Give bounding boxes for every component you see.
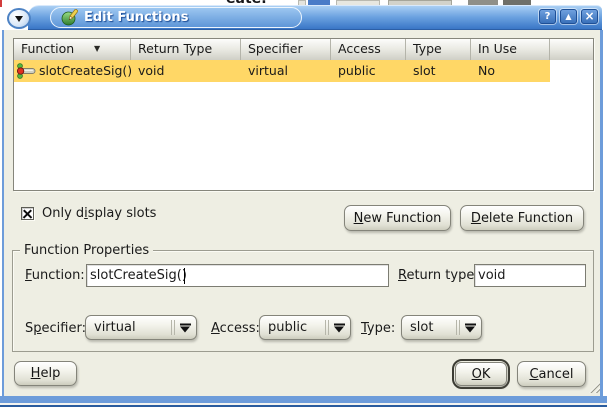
titlebar-capsule: Edit Functions (50, 7, 302, 28)
new-function-button[interactable]: New Function (344, 205, 451, 231)
edit-functions-icon (61, 9, 78, 26)
column-header-empty (550, 39, 593, 60)
window-border-bottom (0, 396, 607, 403)
cell-return-type: void (131, 60, 241, 82)
background-fragment (0, 0, 2, 7)
only-display-slots-label: Only display slots (42, 206, 156, 222)
table-header: Function ▼ Return Type Specifier Access … (14, 39, 593, 60)
only-display-slots-checkbox[interactable] (21, 207, 34, 220)
cell-type: slot (406, 60, 471, 82)
titlebar[interactable]: Edit Functions (28, 5, 602, 30)
slot-icon (16, 63, 37, 79)
column-header-type[interactable]: Type (406, 39, 471, 60)
shade-titlebar-button[interactable]: ▲ (560, 9, 577, 24)
return-type-label: Return type: (398, 268, 479, 284)
chevron-down-icon (180, 323, 191, 332)
help-titlebar-button[interactable]: ? (539, 9, 556, 24)
close-titlebar-button[interactable]: × (581, 9, 598, 24)
sort-desc-icon: ▼ (94, 45, 100, 53)
specifier-label: Specifier: (25, 321, 86, 337)
table-row[interactable]: slotCreateSig() void virtual public slot… (14, 60, 593, 82)
cell-access: public (331, 60, 406, 82)
type-label: Type: (361, 321, 395, 337)
delete-function-button[interactable]: Delete Function (460, 205, 584, 231)
column-header-access[interactable]: Access (331, 39, 406, 60)
column-header-in-use[interactable]: In Use (471, 39, 550, 60)
column-header-specifier[interactable]: Specifier (241, 39, 331, 60)
combo-separator (456, 320, 460, 335)
window-border-left (2, 30, 4, 396)
specifier-combobox[interactable]: virtual (85, 315, 197, 340)
screen: eate: Edit Functions ? ▲ × (0, 0, 607, 408)
cell-in-use: No (471, 60, 550, 82)
function-label: Function: (25, 268, 85, 284)
return-type-input[interactable]: void (474, 264, 586, 287)
cell-function: slotCreateSig() (14, 60, 131, 82)
group-title: Function Properties (20, 243, 153, 258)
cell-specifier: virtual (241, 60, 331, 82)
ok-button[interactable]: OK (455, 362, 507, 386)
help-button[interactable]: Help (14, 361, 77, 386)
column-header-function[interactable]: Function ▼ (14, 39, 131, 60)
text-caret (184, 268, 185, 284)
access-combobox[interactable]: public (259, 315, 351, 340)
row-filler (550, 60, 593, 82)
window-title: Edit Functions (84, 10, 188, 25)
ok-default-ring: OK (452, 359, 510, 389)
functions-table: Function ▼ Return Type Specifier Access … (13, 38, 594, 191)
menu-arrow-icon (15, 16, 23, 22)
column-header-return-type[interactable]: Return Type (131, 39, 241, 60)
type-combobox[interactable]: slot (401, 315, 482, 340)
function-input[interactable]: slotCreateSig() (86, 264, 389, 287)
chevron-down-icon (465, 323, 476, 332)
combo-separator (171, 320, 175, 335)
cancel-button[interactable]: Cancel (517, 361, 586, 387)
access-label: Access: (211, 321, 260, 337)
window-border-right (600, 30, 603, 396)
chevron-down-icon (334, 323, 345, 332)
combo-separator (325, 320, 329, 335)
window-menu-button[interactable] (7, 8, 31, 29)
